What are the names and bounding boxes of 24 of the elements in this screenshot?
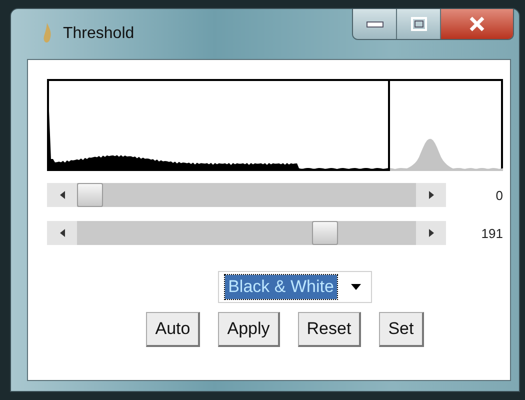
threshold-slider[interactable] xyxy=(47,183,446,207)
minimize-button[interactable] xyxy=(353,9,397,39)
dialog-button[interactable]: Set xyxy=(379,312,424,347)
caret-icon xyxy=(350,284,361,290)
dialog-button[interactable]: Apply xyxy=(218,312,280,347)
close-button[interactable] xyxy=(441,9,513,39)
slider-thumb[interactable] xyxy=(312,221,338,245)
flame-icon xyxy=(41,23,53,45)
maximize-icon xyxy=(410,17,426,31)
threshold-slider[interactable] xyxy=(47,221,446,245)
dialog-button[interactable]: Auto xyxy=(146,312,200,347)
right-arrow-icon[interactable] xyxy=(428,191,434,199)
right-arrow-icon[interactable] xyxy=(428,229,434,237)
threshold-value: 0 xyxy=(496,188,503,202)
window-title: Threshold xyxy=(63,25,134,43)
mode-dropdown[interactable]: Black & White xyxy=(218,271,372,303)
dialog-button[interactable]: Reset xyxy=(298,312,362,347)
close-icon xyxy=(468,16,486,32)
maximize-button[interactable] xyxy=(397,9,441,39)
left-arrow-icon[interactable] xyxy=(60,191,64,199)
threshold-value: 191 xyxy=(481,226,503,240)
slider-thumb[interactable] xyxy=(77,183,103,207)
left-arrow-icon[interactable] xyxy=(60,229,64,237)
minimize-icon xyxy=(366,20,384,28)
